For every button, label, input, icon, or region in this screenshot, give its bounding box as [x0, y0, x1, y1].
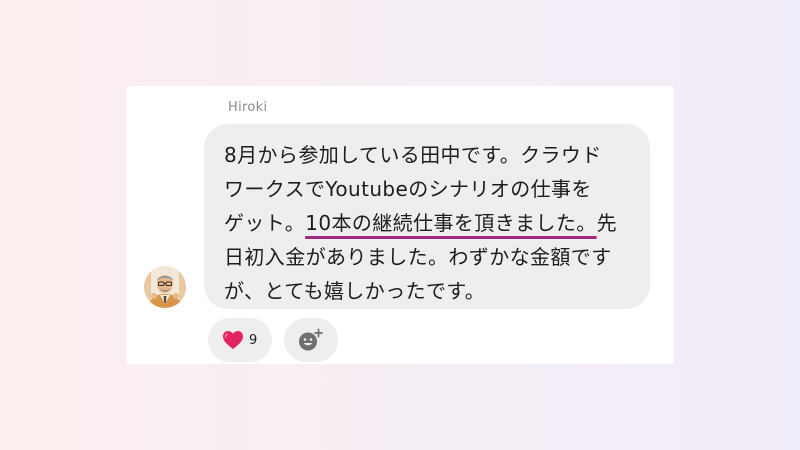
message-line: 8月から参加している田中です。クラウド	[224, 143, 602, 167]
heart-reaction-button[interactable]: 9	[208, 318, 272, 362]
highlighted-text: 10本の継続仕事を頂きました。	[305, 211, 597, 235]
avatar[interactable]	[144, 266, 186, 308]
message-text: 8月から参加している田中です。クラウド ワークスでYoutubeのシナリオの仕事…	[224, 138, 650, 308]
message-line: が、とても嬉しかったです。	[224, 279, 486, 303]
message-line: ワークスでYoutubeのシナリオの仕事を	[224, 177, 592, 201]
message-line: ゲット。10本の継続仕事を頂きました。先	[224, 211, 618, 235]
message-card: Hiroki 8月から参加している田中です。クラウド ワークスでYoutubeの…	[126, 86, 674, 364]
message-bubble: 8月から参加している田中です。クラウド ワークスでYoutubeのシナリオの仕事…	[204, 124, 650, 309]
heart-icon	[222, 330, 244, 350]
sender-name: Hiroki	[228, 100, 268, 115]
reaction-count: 9	[249, 332, 258, 348]
add-reaction-button[interactable]	[284, 318, 338, 362]
add-reaction-icon	[298, 328, 324, 352]
message-line: 日初入金がありました。わずかな金額です	[224, 245, 612, 269]
